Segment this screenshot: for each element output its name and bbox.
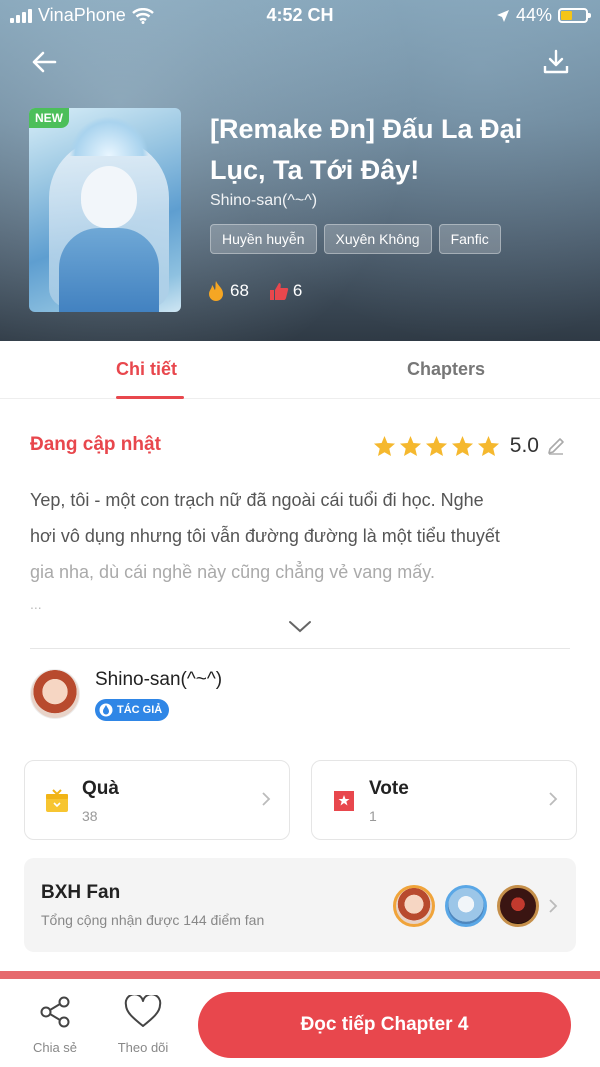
tab-detail[interactable]: Chi tiết — [116, 359, 177, 380]
expand-description-button[interactable] — [288, 620, 312, 639]
star-icon — [477, 435, 499, 457]
update-status: Đang cập nhật — [30, 434, 161, 455]
gift-title: Quà — [82, 778, 119, 799]
tag-chip[interactable]: Xuyên Không — [323, 224, 432, 254]
tab-chapters[interactable]: Chapters — [407, 359, 485, 380]
like-count: 6 — [292, 281, 303, 300]
vote-icon — [334, 791, 354, 811]
share-label: Chia sẻ — [32, 1040, 78, 1055]
star-icon — [451, 435, 473, 457]
location-icon — [496, 9, 509, 22]
heart-icon — [124, 993, 162, 1027]
continue-reading-button[interactable]: Đọc tiếp Chapter 4 — [198, 992, 571, 1058]
download-icon — [543, 49, 569, 74]
gift-card[interactable]: Quà 38 — [24, 760, 290, 840]
vote-card[interactable]: Vote 1 — [311, 760, 577, 840]
back-button[interactable] — [24, 44, 64, 80]
battery-icon — [558, 8, 591, 23]
description-line: hơi vô dụng nhưng tôi vẫn đường đường là… — [30, 526, 500, 546]
fan-ranking-title: BXH Fan — [41, 882, 121, 903]
story-header: VinaPhone 4:52 CH 44% NEW [Remake Đn] Đấ… — [0, 0, 600, 341]
description-line: Yep, tôi - một con trạch nữ đã ngoài cái… — [30, 490, 484, 510]
author-badge: TÁC GIẢ — [95, 699, 170, 721]
rating[interactable]: 5.0 — [373, 434, 566, 458]
author-name[interactable]: Shino-san(^~^) — [95, 669, 222, 691]
section-divider — [0, 971, 600, 979]
story-title: [Remake Đn] Đấu La Đại Lục, Ta Tới Đây! — [210, 114, 523, 185]
divider — [30, 648, 570, 649]
gift-count: 38 — [82, 808, 98, 824]
story-stats: 68 6 — [206, 280, 302, 302]
star-icon — [399, 435, 421, 457]
active-tab-indicator — [116, 396, 184, 399]
share-button[interactable]: Chia sẻ — [20, 995, 90, 1055]
fan-ranking-subtitle: Tổng cộng nhận được 144 điểm fan — [41, 912, 265, 928]
vote-title: Vote — [369, 778, 409, 799]
new-badge: NEW — [29, 108, 69, 128]
download-button[interactable] — [536, 44, 576, 80]
fan-ranking-card[interactable]: BXH Fan Tổng cộng nhận được 144 điểm fan — [24, 858, 576, 952]
fan-avatar-1[interactable] — [393, 885, 435, 927]
chevron-right-icon — [549, 792, 558, 806]
tag-chip[interactable]: Fanfic — [438, 224, 501, 254]
back-arrow-icon — [32, 51, 57, 73]
thumbs-up-icon — [269, 283, 289, 300]
tab-bar: Chi tiết Chapters — [0, 341, 600, 399]
chevron-down-icon — [289, 621, 311, 633]
battery-percent: 44% — [515, 5, 552, 25]
fire-icon — [209, 281, 223, 301]
chevron-right-icon — [262, 792, 271, 806]
description-line: gia nha, dù cái nghề này cũng chẳng vẻ v… — [30, 562, 435, 582]
genre-tags: Huyền huyễn Xuyên Không Fanfic — [210, 224, 501, 254]
vote-count: 1 — [369, 808, 377, 824]
fan-avatar-3[interactable] — [497, 885, 539, 927]
author-badge-icon — [99, 703, 113, 717]
rating-score: 5.0 — [509, 434, 539, 457]
rating-stars — [373, 435, 500, 457]
follow-label: Theo dõi — [117, 1040, 169, 1055]
follow-button[interactable]: Theo dõi — [108, 993, 178, 1055]
fire-count: 68 — [230, 281, 249, 300]
star-icon — [373, 435, 395, 457]
story-cover-image[interactable] — [29, 108, 181, 312]
star-icon — [425, 435, 447, 457]
status-bar: VinaPhone 4:52 CH 44% — [0, 0, 600, 32]
gift-icon — [46, 789, 68, 812]
description-ellipsis: ... — [30, 596, 42, 612]
chevron-right-icon — [549, 899, 558, 913]
tag-chip[interactable]: Huyền huyễn — [210, 224, 317, 254]
share-icon — [40, 996, 70, 1028]
author-avatar[interactable] — [30, 669, 80, 719]
author-badge-label: TÁC GIẢ — [117, 704, 163, 716]
fan-avatar-2[interactable] — [445, 885, 487, 927]
story-author[interactable]: Shino-san(^~^) — [210, 192, 317, 210]
story-description: Yep, tôi - một con trạch nữ đã ngoài cái… — [30, 482, 570, 590]
edit-icon[interactable] — [546, 436, 566, 456]
